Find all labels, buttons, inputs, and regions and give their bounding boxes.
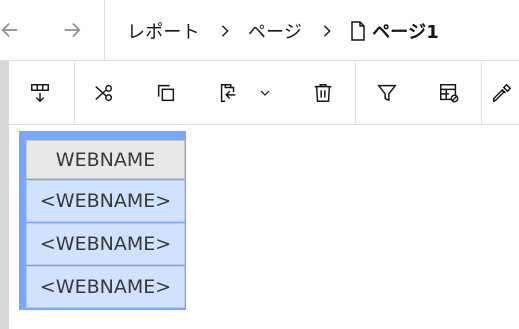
- chevron-right-icon: [320, 24, 334, 38]
- breadcrumb-current-label: ページ1: [372, 21, 440, 43]
- toolbar: [9, 61, 519, 125]
- copy-button[interactable]: [146, 73, 186, 113]
- table-row[interactable]: <WEBNAME>: [26, 266, 185, 308]
- paste-icon: [220, 84, 236, 102]
- breadcrumb-item-report[interactable]: レポート: [127, 18, 200, 44]
- copy-icon: [157, 84, 175, 102]
- table-settings-icon: [440, 84, 459, 103]
- filter-icon: [377, 84, 397, 102]
- forward-button[interactable]: [56, 14, 88, 46]
- eyedropper-button[interactable]: [491, 73, 519, 113]
- arrow-right-icon: [64, 22, 81, 38]
- breadcrumb: レポート ページ ページ1: [127, 0, 439, 61]
- insert-below-icon: [31, 84, 49, 103]
- table-settings-button[interactable]: [429, 73, 469, 113]
- paste-options-dropdown[interactable]: [249, 73, 281, 113]
- eyedropper-icon: [493, 83, 512, 103]
- toolbar-divider: [481, 61, 482, 125]
- delete-icon: [314, 84, 332, 102]
- cut-button[interactable]: [84, 73, 124, 113]
- filter-button[interactable]: [367, 73, 407, 113]
- page-icon: [350, 20, 366, 41]
- top-bar: レポート ページ ページ1: [0, 0, 519, 61]
- left-gutter: [0, 61, 9, 329]
- breadcrumb-current: ページ1: [350, 18, 439, 44]
- breadcrumb-item-page[interactable]: ページ: [248, 18, 302, 44]
- chevron-right-icon: [218, 24, 232, 38]
- paste-button[interactable]: [208, 73, 248, 113]
- table-header-cell[interactable]: WEBNAME: [26, 140, 185, 179]
- report-table[interactable]: WEBNAME <WEBNAME> <WEBNAME> <WEBNAME>: [19, 131, 186, 310]
- table-row[interactable]: <WEBNAME>: [26, 180, 185, 222]
- arrow-left-icon: [1, 22, 18, 38]
- topbar-divider: [104, 0, 105, 61]
- toolbar-divider: [355, 61, 356, 125]
- back-button[interactable]: [0, 14, 26, 46]
- insert-below-button[interactable]: [20, 73, 60, 113]
- toolbar-divider: [74, 61, 75, 125]
- chevron-down-icon: [260, 90, 270, 96]
- cut-icon: [95, 84, 113, 102]
- table-row[interactable]: <WEBNAME>: [26, 223, 185, 265]
- delete-button[interactable]: [303, 73, 343, 113]
